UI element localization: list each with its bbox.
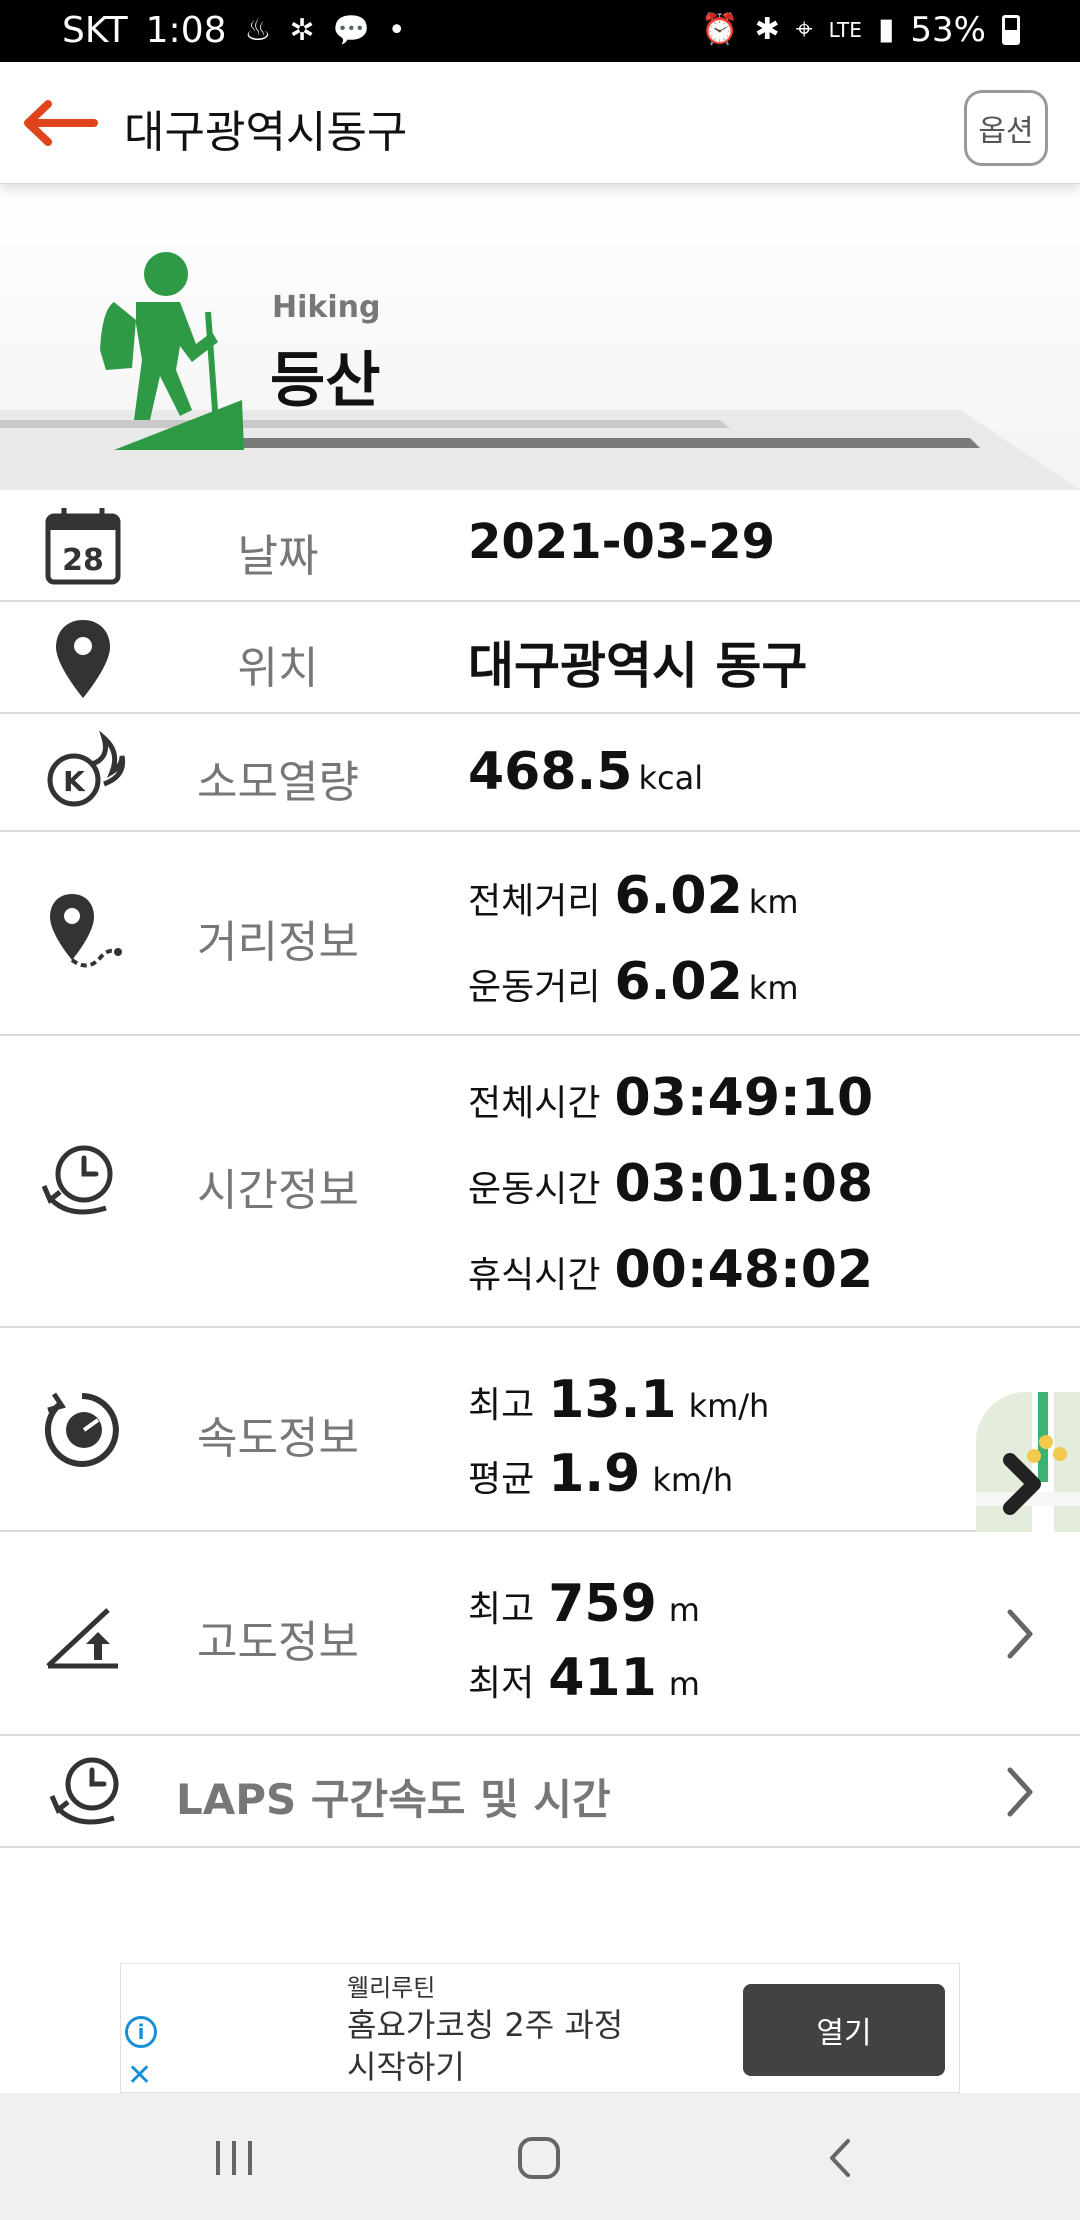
min-altitude-unit: m <box>668 1665 700 1703</box>
total-distance-unit: km <box>748 883 799 921</box>
max-speed-value: 13.1 <box>548 1370 677 1430</box>
exercise-distance-unit: km <box>748 969 799 1007</box>
altitude-row[interactable]: 고도정보 최고 759 m 최저 411 m <box>0 1532 1080 1736</box>
ad-text: 홈요가코칭 2주 과정 시작하기 <box>347 2004 687 2088</box>
avg-speed-label: 평균 <box>468 1459 535 1500</box>
avg-speed-unit: km/h <box>652 1461 734 1499</box>
location-label: 위치 <box>237 643 319 694</box>
back-arrow-icon[interactable] <box>18 98 98 148</box>
ad-text-line2: 시작하기 <box>347 2048 465 2086</box>
min-altitude-value: 411 <box>548 1648 657 1708</box>
talk-icon: 💬 <box>332 12 370 48</box>
network-label: LTE <box>828 18 862 42</box>
exercise-time-label: 운동시간 <box>468 1169 601 1210</box>
back-nav-icon[interactable] <box>820 2133 860 2183</box>
system-nav-bar <box>0 2093 1080 2220</box>
activity-hero: Hiking 등산 <box>0 184 1080 490</box>
location-pin-icon <box>56 620 110 698</box>
ad-brand: 웰리루틴 <box>347 1974 436 2002</box>
ad-text-line1: 홈요가코칭 2주 과정 <box>347 2006 624 2044</box>
ad-info-icon[interactable]: i <box>125 2016 157 2048</box>
total-distance-value: 6.02 <box>614 866 743 926</box>
max-speed-unit: km/h <box>688 1387 770 1425</box>
max-speed-label: 최고 <box>468 1385 535 1426</box>
rest-time-label: 휴식시간 <box>468 1255 601 1296</box>
speed-label: 속도정보 <box>197 1413 359 1464</box>
notification-icon: ♨ <box>244 12 272 48</box>
rest-time-value: 00:48:02 <box>614 1240 874 1300</box>
max-altitude-unit: m <box>668 1591 700 1629</box>
battery-icon <box>1002 15 1020 45</box>
speed-row: 속도정보 최고 13.1 km/h 평균 1.9 km/h <box>0 1328 1080 1532</box>
app-bar: 대구광역시동구 옵션 <box>0 62 1080 184</box>
exercise-distance-label: 운동거리 <box>468 967 601 1008</box>
carrier-label: SKT <box>62 10 128 51</box>
clock: 1:08 <box>145 10 227 51</box>
exercise-time-value: 03:01:08 <box>614 1154 874 1214</box>
altitude-icon <box>46 1608 118 1669</box>
date-label: 날짜 <box>237 531 319 582</box>
max-altitude-value: 759 <box>548 1574 657 1634</box>
battery-percent: 53% <box>910 10 986 50</box>
distance-row: 거리정보 전체거리 6.02 km 운동거리 6.02 km <box>0 832 1080 1036</box>
ad-banner[interactable]: i ✕ 웰리루틴 홈요가코칭 2주 과정 시작하기 열기 <box>120 1963 960 2093</box>
calendar-icon: 28 <box>45 508 121 585</box>
chevron-right-icon <box>1007 1767 1033 1817</box>
time-clock-icon <box>41 1145 113 1215</box>
time-row: 시간정보 전체시간 03:49:10 운동시간 03:01:08 휴식시간 00… <box>0 1036 1080 1328</box>
ad-open-button[interactable]: 열기 <box>743 1984 945 2076</box>
calories-unit: kcal <box>638 759 704 797</box>
speedometer-icon <box>44 1392 119 1467</box>
page-title: 대구광역시동구 <box>124 107 408 158</box>
activity-type-en: Hiking <box>272 290 381 325</box>
laps-row[interactable]: LAPS 구간속도 및 시간 <box>0 1736 1080 1848</box>
location-value: 대구광역시 동구 <box>468 637 808 695</box>
chevron-right-icon <box>1007 1609 1033 1659</box>
recent-apps-icon[interactable] <box>212 2133 256 2183</box>
home-icon[interactable] <box>514 2133 564 2183</box>
location-icon: ⌖ <box>795 12 813 47</box>
app-icon: ✲ <box>289 12 315 48</box>
distance-pin-icon <box>50 894 122 968</box>
bluetooth-icon: ✱ <box>754 12 780 47</box>
calories-label: 소모열량 <box>197 757 359 808</box>
location-row: 위치 대구광역시 동구 <box>0 602 1080 714</box>
svg-text:K: K <box>63 765 86 798</box>
date-value: 2021-03-29 <box>468 514 776 570</box>
more-dot-icon: • <box>387 12 406 48</box>
alarm-icon: ⏰ <box>701 12 739 47</box>
altitude-label: 고도정보 <box>197 1617 359 1668</box>
signal-icon: ▮ <box>877 12 895 47</box>
avg-speed-value: 1.9 <box>548 1444 641 1504</box>
time-label: 시간정보 <box>197 1165 359 1216</box>
total-time-label: 전체시간 <box>468 1083 601 1124</box>
calories-row: K 소모열량 468.5 kcal <box>0 714 1080 832</box>
calories-value: 468.5 <box>468 742 633 802</box>
calories-icon: K <box>47 730 126 807</box>
laps-label: LAPS 구간속도 및 시간 <box>176 1775 611 1824</box>
calendar-day-text: 28 <box>62 543 104 578</box>
total-distance-label: 전체거리 <box>468 881 601 922</box>
activity-type-ko: 등산 <box>270 346 381 416</box>
options-button[interactable]: 옵션 <box>964 90 1048 166</box>
date-row: 28 날짜 2021-03-29 <box>0 490 1080 602</box>
laps-clock-icon <box>49 1757 119 1825</box>
ad-close-icon[interactable]: ✕ <box>127 2058 152 2093</box>
status-bar: SKT 1:08 ♨ ✲ 💬 • ⏰ ✱ ⌖ LTE ▮ 53% <box>0 0 1080 62</box>
exercise-distance-value: 6.02 <box>614 952 743 1012</box>
distance-label: 거리정보 <box>197 917 359 968</box>
max-altitude-label: 최고 <box>468 1589 535 1630</box>
min-altitude-label: 최저 <box>468 1663 535 1704</box>
hiker-icon <box>100 252 244 450</box>
total-time-value: 03:49:10 <box>614 1068 874 1128</box>
